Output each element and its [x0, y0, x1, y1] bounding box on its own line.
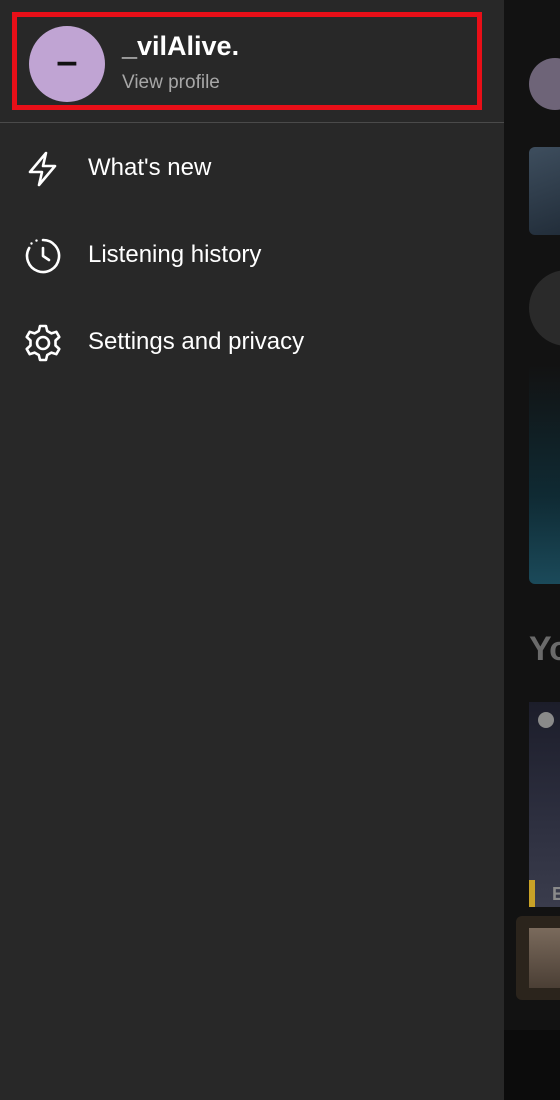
- home-card[interactable]: [529, 147, 560, 235]
- gear-icon: [22, 322, 64, 364]
- lightning-bolt-icon: [22, 148, 64, 190]
- mini-player-artwork: [529, 928, 560, 988]
- profile-name: _vilAlive.: [122, 31, 240, 61]
- menu-item-whats-new[interactable]: What's new: [0, 128, 504, 208]
- spotify-logo-icon: [538, 712, 554, 728]
- home-section-heading: Yo: [529, 630, 560, 668]
- avatar-initial: –: [56, 41, 78, 83]
- view-profile-link[interactable]: View profile: [122, 72, 220, 94]
- home-avatar[interactable]: [529, 58, 560, 110]
- home-panel[interactable]: [529, 364, 560, 584]
- avatar[interactable]: –: [29, 26, 105, 102]
- side-drawer: – _vilAlive. View profile What's new Lis…: [0, 0, 504, 1100]
- tile-letter: E: [552, 884, 560, 904]
- home-playlist-tile[interactable]: [529, 702, 560, 907]
- screen: Yo E – _vilAlive. View profile What's ne…: [0, 0, 560, 1100]
- bottom-nav-bar: [504, 1030, 560, 1100]
- menu-item-label: Settings and privacy: [88, 328, 305, 355]
- menu-item-label: Listening history: [88, 241, 262, 268]
- menu-item-settings-and-privacy[interactable]: Settings and privacy: [0, 302, 504, 382]
- home-artist-circle[interactable]: [529, 270, 560, 346]
- profile-row[interactable]: – _vilAlive. View profile: [12, 12, 482, 110]
- clock-history-icon: [22, 235, 64, 277]
- menu-item-label: What's new: [88, 154, 212, 181]
- menu-item-listening-history[interactable]: Listening history: [0, 215, 504, 295]
- tile-accent-strip: [529, 880, 535, 907]
- divider: [0, 122, 504, 123]
- home-screen-background[interactable]: Yo E: [504, 0, 560, 1100]
